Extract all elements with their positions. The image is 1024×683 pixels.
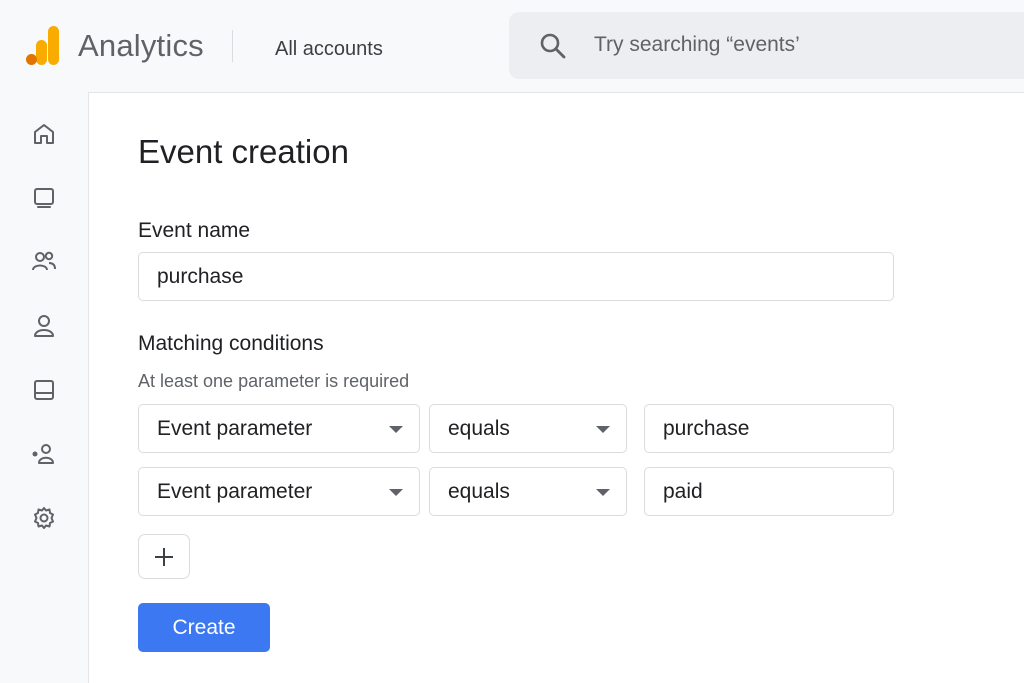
user-admin-icon <box>32 444 54 464</box>
search-icon <box>540 33 566 59</box>
sidebar-item-admin-users[interactable] <box>28 438 60 470</box>
brand-name: Analytics <box>78 28 204 63</box>
condition-1-operator-select[interactable]: equals <box>429 404 627 453</box>
condition-1-operator-value: equals <box>448 416 510 440</box>
reports-icon <box>34 188 54 208</box>
condition-1-value-input[interactable]: purchase <box>644 404 894 453</box>
all-accounts-selector[interactable]: All accounts <box>275 38 383 61</box>
chevron-down-icon <box>596 426 610 433</box>
condition-2-value: paid <box>663 479 703 503</box>
sidebar-nav <box>0 92 88 683</box>
condition-2-value-input[interactable]: paid <box>644 467 894 516</box>
sidebar-item-settings[interactable] <box>28 502 60 534</box>
analytics-logo-icon[interactable] <box>24 24 64 66</box>
people-icon <box>32 251 56 271</box>
top-header: Analytics All accounts Try searching “ev… <box>0 0 1024 92</box>
page-title: Event creation <box>138 133 349 170</box>
condition-2-parameter-select[interactable]: Event parameter <box>138 467 420 516</box>
person-icon <box>34 315 54 337</box>
chevron-down-icon <box>389 426 403 433</box>
sidebar-item-reports[interactable] <box>28 182 60 214</box>
header-divider <box>232 30 233 62</box>
home-icon <box>34 124 54 144</box>
matching-conditions-label: Matching conditions <box>138 332 324 355</box>
chevron-down-icon <box>389 489 403 496</box>
condition-2-operator-select[interactable]: equals <box>429 467 627 516</box>
event-name-value: purchase <box>157 264 244 288</box>
library-icon <box>34 380 54 400</box>
search-input[interactable]: Try searching “events’ <box>594 33 800 57</box>
plus-icon <box>155 547 173 566</box>
search-bar[interactable]: Try searching “events’ <box>509 12 1024 79</box>
condition-2-parameter-value: Event parameter <box>157 479 313 503</box>
sidebar-item-home[interactable] <box>28 118 60 150</box>
chevron-down-icon <box>596 489 610 496</box>
sidebar-item-library[interactable] <box>28 374 60 406</box>
condition-1-parameter-value: Event parameter <box>157 416 313 440</box>
event-name-label: Event name <box>138 219 251 242</box>
sidebar-item-audiences[interactable] <box>28 246 60 278</box>
matching-conditions-helper: At least one parameter is required <box>138 371 410 391</box>
event-name-input[interactable]: purchase <box>138 252 894 301</box>
sidebar-item-user[interactable] <box>28 310 60 342</box>
condition-1-parameter-select[interactable]: Event parameter <box>138 404 420 453</box>
main-content: Event creation Event name purchase Match… <box>88 92 1024 683</box>
condition-1-value: purchase <box>663 416 750 440</box>
condition-2-operator-value: equals <box>448 479 510 503</box>
add-condition-button[interactable] <box>138 534 190 579</box>
create-button[interactable]: Create <box>138 603 270 652</box>
gear-icon <box>34 507 54 529</box>
